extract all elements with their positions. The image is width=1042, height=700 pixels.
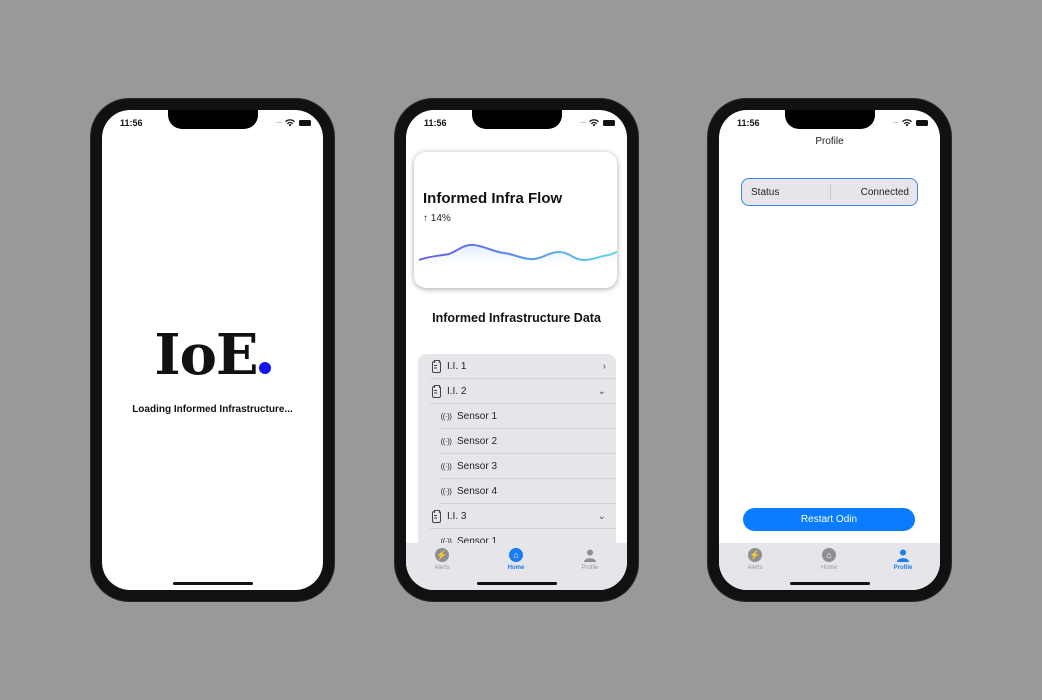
list-item-sensor[interactable]: ((·)) Sensor 2	[418, 429, 616, 454]
battery-icon	[916, 120, 928, 126]
cellular-signal-icon: ····	[892, 119, 899, 127]
list-item-label: I.I. 3	[447, 511, 467, 522]
tab-label: Alerts	[747, 565, 763, 571]
home-indicator[interactable]	[789, 582, 870, 585]
person-icon	[896, 548, 910, 562]
tab-profile[interactable]: Profile	[560, 548, 620, 571]
logo-dot	[258, 362, 271, 374]
tab-alerts[interactable]: ⚡ Alerts	[725, 548, 785, 571]
status-time: 11:56	[424, 118, 447, 128]
notch	[471, 110, 562, 129]
tab-alerts[interactable]: ⚡ Alerts	[412, 548, 472, 571]
list-item-label: Sensor 1	[457, 411, 498, 422]
person-icon	[583, 548, 597, 562]
list-item-label: Sensor 2	[457, 436, 498, 447]
antenna-icon: ((·))	[440, 462, 452, 471]
tab-profile[interactable]: Profile	[873, 548, 933, 571]
logo-text: IoE	[154, 322, 258, 388]
status-value: Connected	[860, 187, 909, 198]
bolt-icon: ⚡	[435, 548, 449, 562]
wifi-icon	[285, 119, 295, 127]
tab-label: Home	[820, 565, 837, 571]
wifi-icon	[589, 119, 599, 127]
restart-odin-button[interactable]: Restart Odin	[743, 508, 915, 531]
cellular-signal-icon: ····	[275, 119, 282, 127]
list-item-label: I.I. 1	[447, 361, 467, 372]
connection-status-field[interactable]: Status Connected	[741, 178, 918, 206]
status-time: 11:56	[737, 118, 760, 128]
splash-screen: 11:56 ···· IoE Loading Informed Infrastr…	[102, 110, 323, 590]
infra-flow-card[interactable]: Informed Infra Flow ↑ 14%	[414, 152, 617, 288]
section-title: Informed Infrastructure Data	[432, 311, 601, 325]
house-icon: ⌂	[822, 548, 836, 562]
tab-home[interactable]: ⌂ Home	[486, 548, 546, 571]
notch	[784, 110, 875, 129]
battery-icon	[299, 120, 311, 126]
status-label: Status	[751, 187, 780, 198]
page-title: Profile	[815, 136, 844, 147]
loading-text: Loading Informed Infrastructure...	[132, 404, 293, 415]
phone-splash: 11:56 ···· IoE Loading Informed Infrastr…	[91, 99, 334, 601]
list-item-sensor[interactable]: ((·)) Sensor 4	[418, 479, 616, 504]
home-screen: 11:56 ···· Informed Infra Flow ↑ 14% Inf…	[406, 110, 627, 590]
sparkline-fill	[419, 244, 617, 272]
antenna-icon: ((·))	[440, 412, 452, 421]
status-time: 11:56	[120, 118, 143, 128]
list-item-ii-3[interactable]: I.I. 3 ⌄	[418, 504, 616, 529]
list-item-sensor[interactable]: ((·)) Sensor 3	[418, 454, 616, 479]
flow-change: ↑ 14%	[423, 213, 451, 224]
notch	[167, 110, 258, 129]
list-item-label: Sensor 3	[457, 461, 498, 472]
tab-label: Profile	[581, 565, 599, 571]
tab-home[interactable]: ⌂ Home	[799, 548, 859, 571]
tab-label: Profile	[893, 565, 913, 571]
phone-profile: 11:56 ···· Profile Status Connected Rest…	[708, 99, 951, 601]
clipboard-icon	[431, 384, 441, 398]
chevron-down-icon: ⌄	[597, 386, 606, 397]
arrow-up-icon: ↑	[423, 213, 428, 224]
list-item-sensor[interactable]: ((·)) Sensor 1	[418, 404, 616, 429]
ioe-logo: IoE	[102, 322, 323, 388]
phone-home: 11:56 ···· Informed Infra Flow ↑ 14% Inf…	[395, 99, 638, 601]
wifi-icon	[902, 119, 912, 127]
clipboard-icon	[431, 359, 441, 373]
flow-card-title: Informed Infra Flow	[423, 190, 563, 207]
bolt-icon: ⚡	[748, 548, 762, 562]
cellular-signal-icon: ····	[579, 119, 586, 127]
list-item-label: I.I. 2	[447, 386, 467, 397]
profile-screen: 11:56 ···· Profile Status Connected Rest…	[719, 110, 940, 590]
tab-label: Alerts	[434, 565, 450, 571]
antenna-icon: ((·))	[440, 487, 452, 496]
flow-change-value: 14%	[430, 213, 451, 224]
house-icon: ⌂	[509, 548, 523, 562]
divider	[830, 184, 831, 200]
list-item-ii-1[interactable]: I.I. 1 ›	[418, 354, 616, 379]
home-indicator[interactable]	[476, 582, 557, 585]
chevron-right-icon: ›	[602, 361, 606, 372]
flow-sparkline	[418, 243, 617, 272]
list-item-ii-2[interactable]: I.I. 2 ⌄	[418, 379, 616, 404]
chevron-down-icon: ⌄	[597, 511, 606, 522]
tab-label: Home	[507, 565, 525, 571]
list-item-label: Sensor 4	[457, 486, 498, 497]
antenna-icon: ((·))	[440, 437, 452, 446]
home-indicator[interactable]	[172, 582, 253, 585]
clipboard-icon	[431, 509, 441, 523]
battery-icon	[603, 120, 615, 126]
